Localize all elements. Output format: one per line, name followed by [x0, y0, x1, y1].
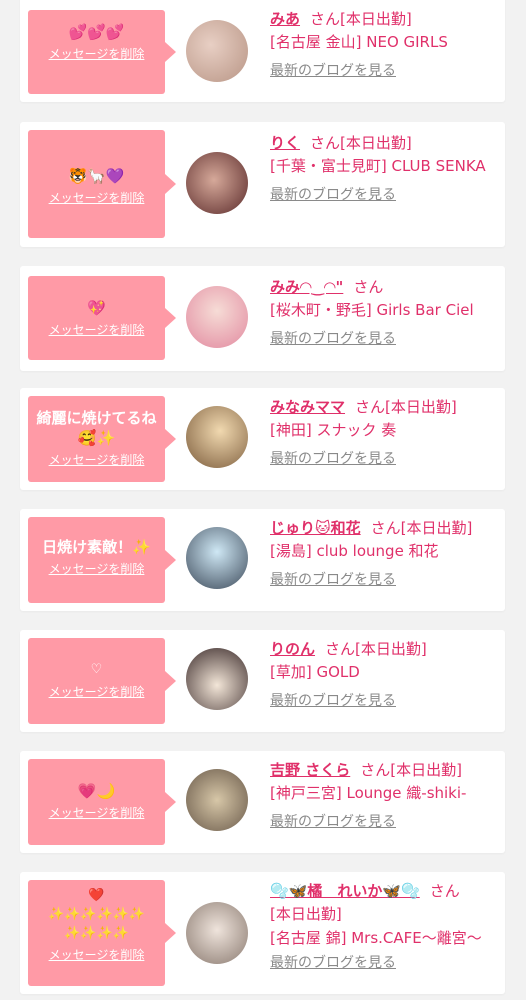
honorific: さん	[325, 640, 356, 658]
view-blog-link[interactable]: 最新のブログを見る	[270, 569, 396, 589]
shop-info: [草加] GOLD	[270, 663, 360, 681]
delete-message-link[interactable]: メッセージを削除	[49, 804, 145, 821]
message-text: 💖	[87, 299, 106, 317]
status-badge: [本日出勤]	[270, 905, 342, 923]
avatar[interactable]	[186, 20, 248, 82]
status-badge: [本日出勤]	[355, 640, 427, 658]
list-item: 💖 メッセージを削除 みみ◠‿◠" さん [桜木町・野毛] Girls Bar C…	[20, 266, 505, 371]
status-badge: [本日出勤]	[400, 519, 473, 537]
honorific: さん	[355, 398, 386, 416]
cast-name-link[interactable]: りく	[270, 134, 300, 152]
message-list: 💕💕💕 メッセージを削除 みあ さん[本日出勤] [名古屋 金山] NEO GIR…	[0, 0, 526, 1000]
avatar[interactable]	[186, 648, 248, 710]
list-item: ❤️ ✨✨✨✨✨✨ ✨✨✨✨ メッセージを削除 🫧🦋橘 れいか🦋🫧 さん [本日出…	[20, 872, 505, 994]
honorific: さん	[310, 134, 341, 152]
avatar[interactable]	[186, 769, 248, 831]
shop-info: [桜木町・野毛] Girls Bar Ciel	[270, 301, 474, 319]
list-item: ♡ メッセージを削除 りのん さん[本日出勤] [草加] GOLD 最新のブログを…	[20, 630, 505, 732]
shop-info: [千葉・富士見町] CLUB SENKA	[270, 157, 486, 175]
cast-name-link[interactable]: 🫧🦋橘 れいか🦋🫧	[270, 882, 420, 900]
status-badge: [本日出勤]	[340, 134, 412, 152]
shop-info: [名古屋 錦] Mrs.CAFE〜離宮〜	[270, 929, 482, 947]
cast-name-link[interactable]: じゅり🐱和花	[270, 519, 361, 537]
delete-message-link[interactable]: メッセージを削除	[49, 946, 145, 963]
cast-name-link[interactable]: みみ◠‿◠"	[270, 278, 343, 296]
message-text: 💕💕💕	[68, 23, 125, 41]
view-blog-link[interactable]: 最新のブログを見る	[270, 448, 396, 468]
avatar[interactable]	[186, 406, 248, 468]
cast-name-link[interactable]: りのん	[270, 640, 315, 658]
list-item: 💕💕💕 メッセージを削除 みあ さん[本日出勤] [名古屋 金山] NEO GIR…	[20, 0, 505, 102]
honorific: さん	[353, 278, 384, 296]
honorific: さん	[310, 10, 341, 28]
list-item: 🐯🦙💜 メッセージを削除 りく さん[本日出勤] [千葉・富士見町] CLUB S…	[20, 122, 505, 247]
status-badge: [本日出勤]	[340, 10, 412, 28]
delete-message-link[interactable]: メッセージを削除	[49, 683, 145, 700]
message-bubble: 綺麗に焼けてるね 🥰✨ メッセージを削除	[28, 396, 176, 482]
avatar[interactable]	[186, 902, 248, 964]
view-blog-link[interactable]: 最新のブログを見る	[270, 690, 396, 710]
message-bubble: ♡ メッセージを削除	[28, 638, 176, 724]
shop-info: [神戸三宮] Lounge 織-shiki-	[270, 784, 467, 802]
view-blog-link[interactable]: 最新のブログを見る	[270, 952, 396, 972]
honorific: さん	[360, 761, 391, 779]
delete-message-link[interactable]: メッセージを削除	[49, 321, 145, 338]
avatar[interactable]	[186, 286, 248, 348]
delete-message-link[interactable]: メッセージを削除	[49, 560, 145, 577]
list-item: 綺麗に焼けてるね 🥰✨ メッセージを削除 みなみママ さん[本日出勤] [神田] …	[20, 388, 505, 490]
shop-info: [湯島] club lounge 和花	[270, 542, 439, 560]
view-blog-link[interactable]: 最新のブログを見る	[270, 328, 396, 348]
shop-info: [神田] スナック 奏	[270, 421, 397, 439]
status-badge: [本日出勤]	[390, 761, 462, 779]
avatar[interactable]	[186, 152, 248, 214]
view-blog-link[interactable]: 最新のブログを見る	[270, 811, 396, 831]
message-bubble: 💖 メッセージを削除	[28, 276, 176, 360]
delete-message-link[interactable]: メッセージを削除	[49, 45, 145, 62]
delete-message-link[interactable]: メッセージを削除	[49, 451, 145, 468]
message-text: ♡	[90, 662, 103, 677]
cast-name-link[interactable]: みあ	[270, 10, 300, 28]
honorific: さん	[370, 519, 401, 537]
message-text: 🐯🦙💜	[68, 167, 125, 185]
honorific: さん	[429, 882, 460, 900]
message-bubble: 💕💕💕 メッセージを削除	[28, 10, 176, 94]
message-bubble: ❤️ ✨✨✨✨✨✨ ✨✨✨✨ メッセージを削除	[28, 880, 176, 986]
message-text: 日焼け素敵！✨	[42, 538, 151, 556]
avatar[interactable]	[186, 527, 248, 589]
delete-message-link[interactable]: メッセージを削除	[49, 189, 145, 206]
message-text: 綺麗に焼けてるね 🥰✨	[36, 409, 157, 447]
cast-name-link[interactable]: 吉野 さくら	[270, 761, 350, 779]
status-badge: [本日出勤]	[385, 398, 457, 416]
view-blog-link[interactable]: 最新のブログを見る	[270, 184, 396, 204]
list-item: 日焼け素敵！✨ メッセージを削除 じゅり🐱和花 さん[本日出勤] [湯島] clu…	[20, 509, 505, 611]
message-bubble: 日焼け素敵！✨ メッセージを削除	[28, 517, 176, 603]
list-item: 💗🌙 メッセージを削除 吉野 さくら さん[本日出勤] [神戸三宮] Lounge…	[20, 751, 505, 853]
message-bubble: 🐯🦙💜 メッセージを削除	[28, 130, 176, 238]
message-bubble: 💗🌙 メッセージを削除	[28, 759, 176, 845]
cast-name-link[interactable]: みなみママ	[270, 398, 345, 416]
view-blog-link[interactable]: 最新のブログを見る	[270, 60, 396, 80]
message-text: 💗🌙	[77, 782, 116, 800]
shop-info: [名古屋 金山] NEO GIRLS	[270, 33, 448, 51]
message-text: ❤️ ✨✨✨✨✨✨ ✨✨✨✨	[47, 888, 146, 941]
